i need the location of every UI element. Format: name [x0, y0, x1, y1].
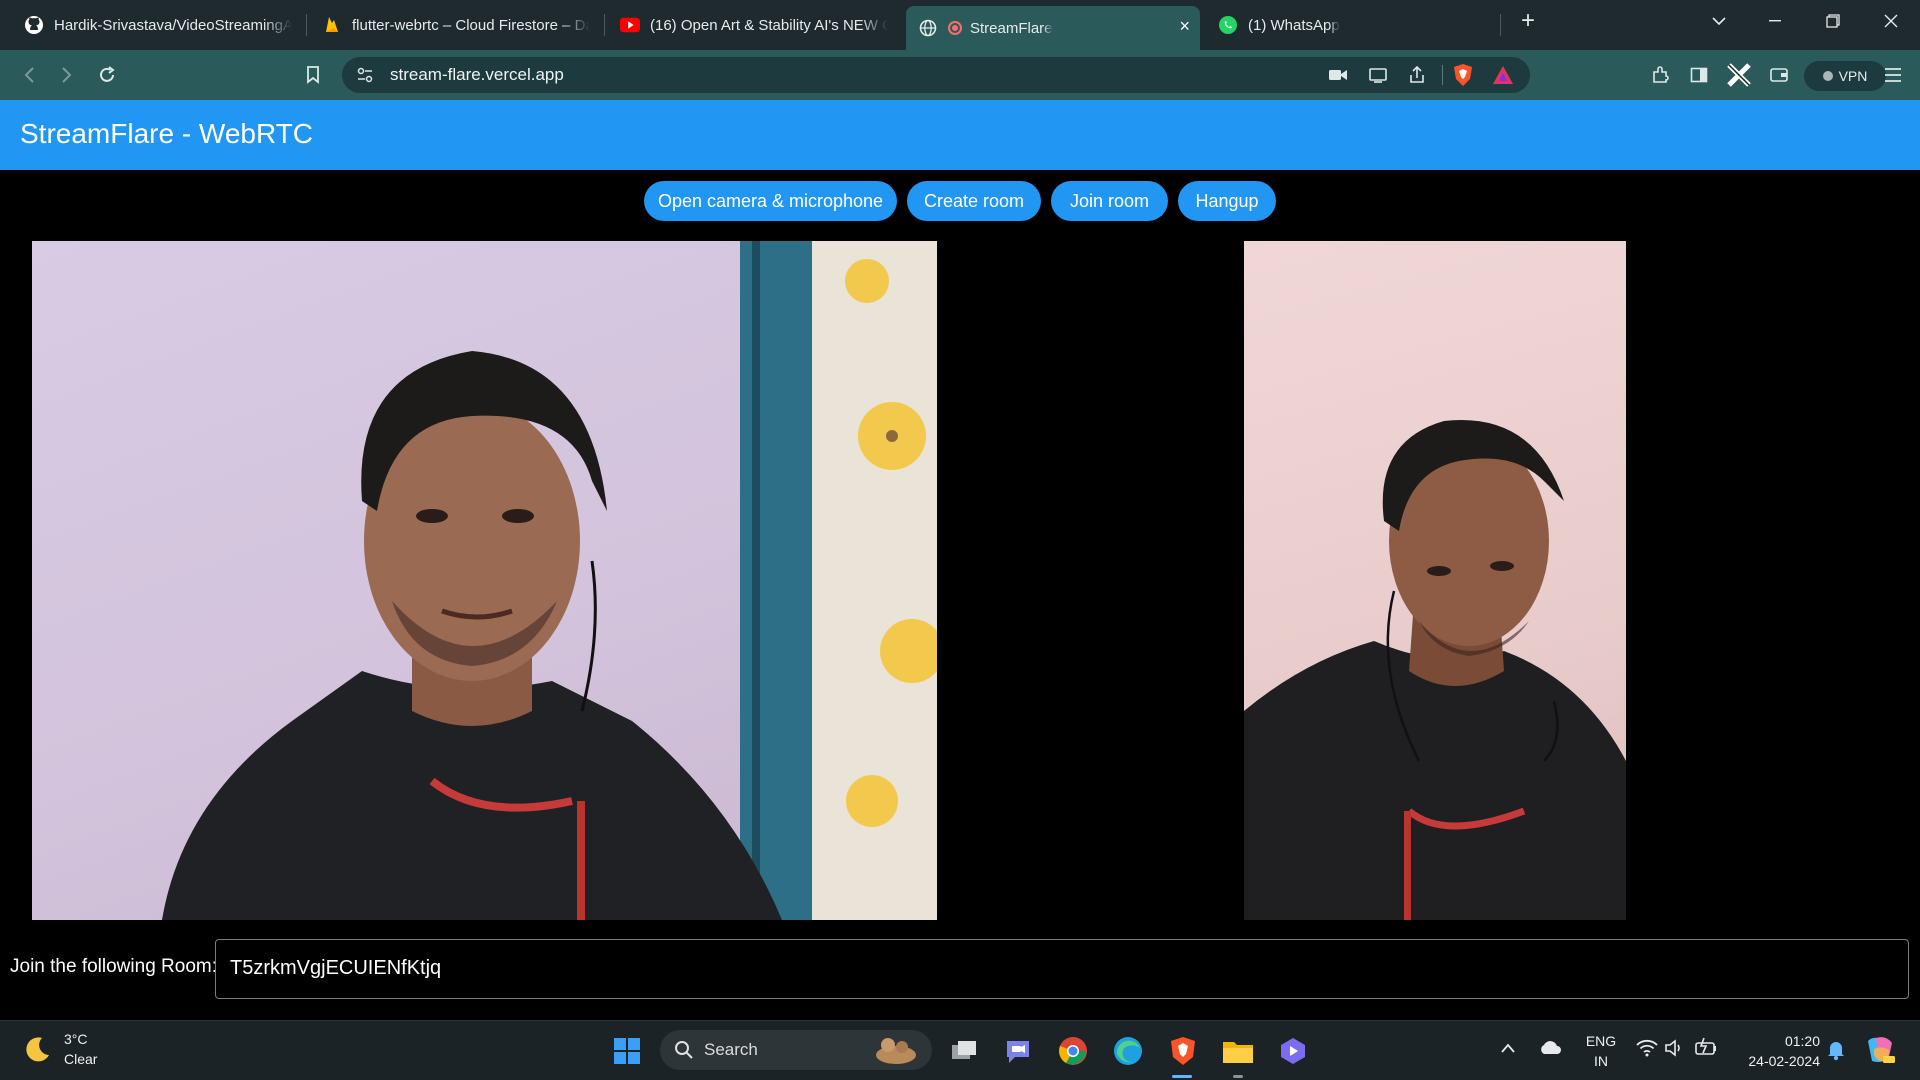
join-room-button[interactable]: Join room — [1051, 181, 1168, 221]
bookmark-icon[interactable] — [298, 60, 328, 90]
whatsapp-icon — [1218, 15, 1238, 35]
room-id-value[interactable]: T5zrkmVgjECUIENfKtjq — [230, 957, 441, 980]
file-explorer-icon[interactable] — [1218, 1031, 1258, 1071]
start-icon[interactable] — [607, 1031, 647, 1071]
menu-icon[interactable] — [1878, 60, 1908, 90]
browser-toolbar: stream-flare.vercel.app VPN — [0, 50, 1920, 100]
share-icon[interactable] — [1408, 65, 1426, 89]
reload-icon[interactable] — [92, 60, 122, 90]
tab-streamflare[interactable]: StreamFlare × — [906, 6, 1200, 50]
minimize-icon[interactable] — [1752, 6, 1798, 36]
tab-whatsapp[interactable]: (1) WhatsApp — [1206, 6, 1498, 44]
close-window-icon[interactable] — [1868, 6, 1914, 36]
vpn-label: VPN — [1838, 68, 1868, 84]
room-id-field[interactable]: T5zrkmVgjECUIENfKtjq — [215, 939, 1909, 999]
clock-date[interactable]: 24-02-2024 — [1730, 1052, 1820, 1070]
task-view-icon[interactable] — [944, 1031, 984, 1071]
wifi-icon[interactable] — [1636, 1039, 1658, 1062]
firebase-icon — [322, 15, 342, 35]
weather-moon-icon[interactable] — [22, 1035, 52, 1070]
browser-tab-strip: Hardik-Srivastava/VideoStreamingApp flut… — [0, 0, 1920, 50]
cast-icon[interactable] — [1368, 66, 1388, 89]
open-camera-button[interactable]: Open camera & microphone — [644, 181, 897, 221]
teams-chat-icon[interactable] — [998, 1031, 1038, 1071]
vpn-button[interactable]: VPN — [1804, 61, 1886, 91]
tab-github[interactable]: Hardik-Srivastava/VideoStreamingApp — [12, 6, 304, 44]
copilot-icon[interactable] — [1864, 1035, 1896, 1070]
tab-separator — [604, 14, 605, 36]
extensions-icon[interactable] — [1646, 60, 1676, 90]
restore-icon[interactable] — [1810, 6, 1856, 36]
youtube-icon — [620, 15, 640, 35]
search-highlight-icon — [872, 1035, 920, 1065]
close-tab-icon[interactable]: × — [1179, 17, 1190, 35]
search-icon — [674, 1040, 694, 1065]
room-label: Join the following Room: — [10, 956, 217, 977]
vpn-status-icon — [1822, 71, 1833, 81]
clipchamp-icon[interactable] — [1273, 1031, 1313, 1071]
tab-youtube[interactable]: (16) Open Art & Stability AI's NEW Contr… — [608, 6, 900, 44]
capcut-extension-icon[interactable] — [1724, 60, 1754, 90]
app-header: StreamFlare - WebRTC — [0, 100, 1920, 170]
tab-title: (1) WhatsApp — [1248, 16, 1340, 34]
globe-icon — [918, 18, 938, 38]
onedrive-icon[interactable] — [1538, 1039, 1562, 1060]
notifications-icon[interactable] — [1826, 1039, 1846, 1066]
omnibox-divider — [1442, 65, 1443, 85]
remote-video — [1244, 241, 1626, 920]
github-icon — [24, 15, 44, 35]
camera-in-use-icon[interactable] — [1328, 66, 1348, 89]
local-video — [32, 241, 937, 920]
taskbar-search[interactable]: Search — [660, 1030, 932, 1070]
weather-temp[interactable]: 3°C — [64, 1031, 88, 1047]
page-title: StreamFlare - WebRTC — [20, 118, 314, 149]
tab-title: StreamFlare — [970, 19, 1053, 37]
address-bar[interactable]: stream-flare.vercel.app — [342, 57, 1530, 93]
tab-search-icon[interactable] — [1696, 6, 1742, 36]
hangup-button[interactable]: Hangup — [1178, 181, 1276, 221]
tab-title: (16) Open Art & Stability AI's NEW Contr… — [650, 16, 888, 34]
brave-shields-icon[interactable] — [1452, 63, 1474, 92]
brave-taskbar-icon[interactable] — [1163, 1031, 1203, 1071]
remote-video-frame — [1244, 420, 1626, 920]
tab-separator — [306, 14, 307, 36]
url-text[interactable]: stream-flare.vercel.app — [390, 65, 564, 85]
wallet-icon[interactable] — [1764, 60, 1794, 90]
brave-rewards-icon[interactable] — [1492, 65, 1514, 90]
chrome-icon[interactable] — [1053, 1031, 1093, 1071]
site-settings-icon[interactable] — [356, 66, 374, 89]
search-label: Search — [704, 1040, 758, 1059]
tab-firestore[interactable]: flutter-webrtc – Cloud Firestore – Data — [310, 6, 602, 44]
tab-title: flutter-webrtc – Cloud Firestore – Data — [352, 16, 590, 34]
new-tab-button[interactable]: + — [1505, 6, 1551, 36]
back-icon[interactable] — [14, 60, 44, 90]
local-video-frame — [162, 241, 937, 920]
forward-icon[interactable] — [52, 60, 82, 90]
create-room-button[interactable]: Create room — [907, 181, 1041, 221]
recording-icon — [948, 21, 962, 35]
show-hidden-icons-icon[interactable] — [1500, 1041, 1516, 1059]
sidebar-icon[interactable] — [1684, 60, 1714, 90]
language-line1[interactable]: ENG — [1578, 1032, 1624, 1050]
edge-icon[interactable] — [1108, 1031, 1148, 1071]
volume-icon[interactable] — [1664, 1039, 1684, 1062]
taskbar: 3°C Clear Search ENG IN 01:20 24-02-2024 — [0, 1020, 1920, 1080]
tab-title: Hardik-Srivastava/VideoStreamingApp — [54, 16, 292, 34]
active-app-indicator — [1172, 1075, 1192, 1078]
language-line2[interactable]: IN — [1578, 1052, 1624, 1070]
tab-separator — [1500, 14, 1501, 36]
clock-time[interactable]: 01:20 — [1730, 1032, 1820, 1050]
running-app-indicator — [1233, 1075, 1243, 1078]
weather-desc[interactable]: Clear — [64, 1051, 97, 1067]
battery-icon[interactable] — [1694, 1037, 1718, 1062]
